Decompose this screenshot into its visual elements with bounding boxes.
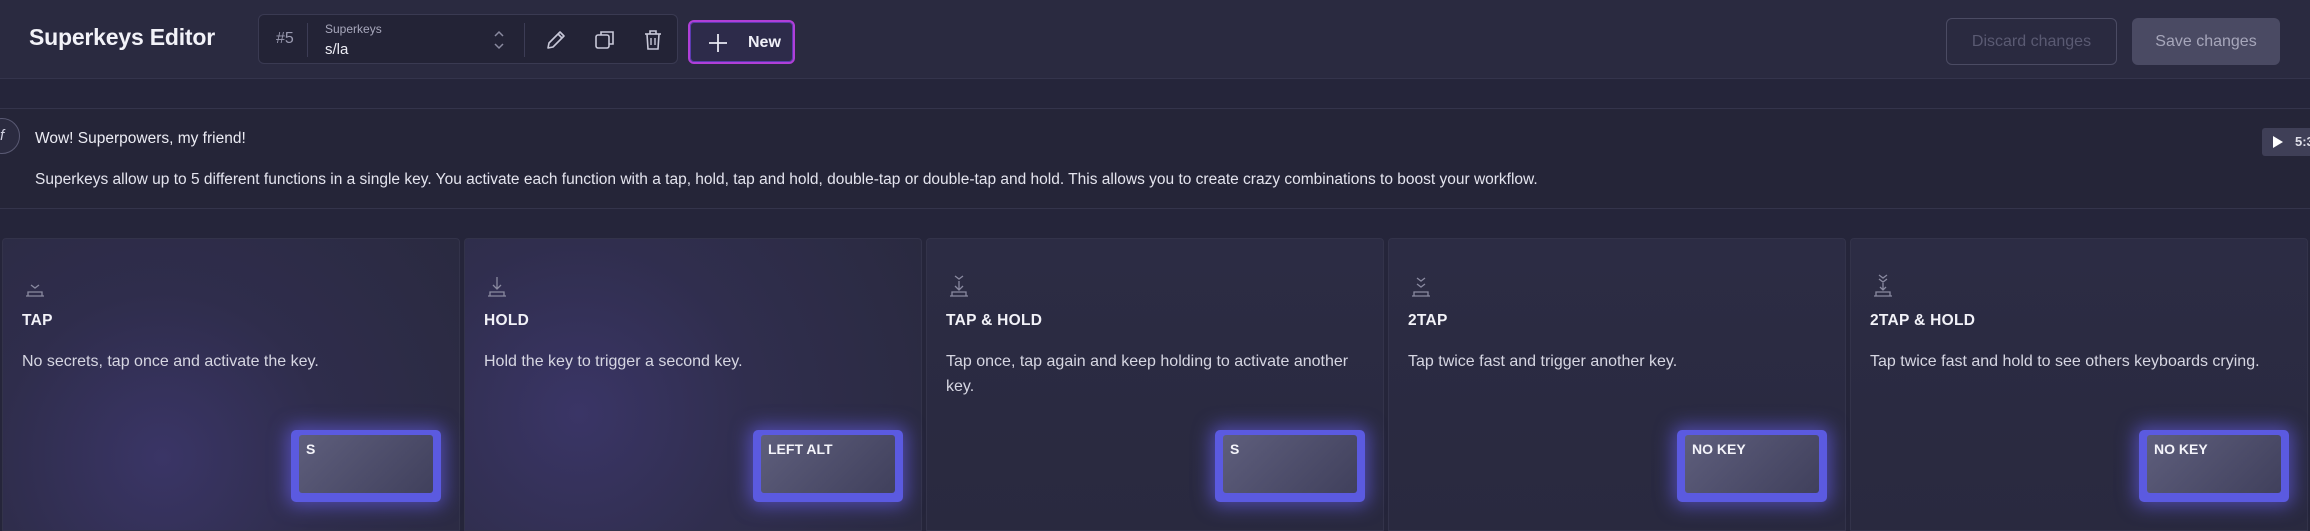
duplicate-icon[interactable] — [592, 27, 618, 53]
top-header: Superkeys Editor #5 Superkeys s/la New D… — [0, 0, 2310, 79]
new-superkey-button[interactable]: New — [688, 20, 795, 64]
action-title: TAP — [22, 312, 53, 329]
trash-icon[interactable] — [640, 27, 666, 53]
action-title: HOLD — [484, 312, 530, 329]
avatar: f — [0, 118, 20, 154]
action-title: TAP & HOLD — [946, 312, 1043, 329]
superkey-selector[interactable]: #5 Superkeys s/la — [258, 14, 678, 64]
action-card-tap-and-hold[interactable]: TAP & HOLD Tap once, tap again and keep … — [926, 238, 1384, 531]
key-label: S — [306, 441, 316, 457]
video-play-button[interactable]: 5:3 — [2262, 128, 2310, 156]
selector-label: Superkeys — [325, 22, 382, 36]
key-face: S — [1223, 435, 1357, 493]
page-title: Superkeys Editor — [29, 24, 215, 50]
key-label: NO KEY — [2154, 441, 2208, 457]
action-description: Hold the key to trigger a second key. — [484, 353, 743, 370]
hold-icon — [488, 277, 506, 297]
play-icon — [2273, 136, 2283, 148]
tap-and-hold-icon — [950, 275, 968, 297]
action-card-tap[interactable]: TAP No secrets, tap once and activate th… — [2, 238, 460, 531]
key-selector[interactable]: S — [291, 430, 441, 502]
action-title: 2TAP — [1408, 312, 1448, 329]
edit-icon[interactable] — [543, 27, 569, 53]
action-description: Tap once, tap again and keep holding to … — [946, 353, 1349, 395]
action-title: 2TAP & HOLD — [1870, 312, 1976, 329]
action-description: Tap twice fast and trigger another key. — [1408, 353, 1678, 370]
key-face: NO KEY — [1685, 435, 1819, 493]
discard-changes-button[interactable]: Discard changes — [1946, 18, 2117, 65]
chevron-up-down-icon[interactable] — [492, 27, 506, 53]
superkey-actions: TAP No secrets, tap once and activate th… — [0, 238, 2310, 531]
key-label: LEFT ALT — [768, 441, 833, 457]
key-selector[interactable]: LEFT ALT — [753, 430, 903, 502]
tap-icon — [26, 284, 44, 297]
new-button-label: New — [748, 34, 781, 51]
info-description: Superkeys allow up to 5 different functi… — [35, 171, 1538, 188]
selector-value[interactable]: s/la — [325, 41, 348, 58]
plus-icon — [709, 34, 727, 52]
key-label: NO KEY — [1692, 441, 1746, 457]
avatar-letter: f — [0, 127, 5, 144]
selector-divider — [307, 23, 308, 57]
action-card-hold[interactable]: HOLD Hold the key to trigger a second ke… — [464, 238, 922, 531]
key-label: S — [1230, 441, 1240, 457]
key-face: LEFT ALT — [761, 435, 895, 493]
key-selector[interactable]: S — [1215, 430, 1365, 502]
action-card-2tap[interactable]: 2TAP Tap twice fast and trigger another … — [1388, 238, 1846, 531]
info-title: Wow! Superpowers, my friend! — [35, 130, 246, 147]
double-tap-and-hold-icon — [1874, 274, 1892, 297]
key-face: NO KEY — [2147, 435, 2281, 493]
selector-divider — [524, 23, 525, 57]
action-description: No secrets, tap once and activate the ke… — [22, 353, 319, 370]
action-card-2tap-and-hold[interactable]: 2TAP & HOLD Tap twice fast and hold to s… — [1850, 238, 2308, 531]
superkey-number: #5 — [276, 30, 294, 47]
video-duration: 5:3 — [2295, 134, 2310, 149]
action-description: Tap twice fast and hold to see others ke… — [1870, 353, 2260, 370]
key-face: S — [299, 435, 433, 493]
info-banner: f Wow! Superpowers, my friend! Superkeys… — [0, 108, 2310, 209]
double-tap-icon — [1412, 277, 1430, 297]
save-changes-button[interactable]: Save changes — [2132, 18, 2280, 65]
key-selector[interactable]: NO KEY — [2139, 430, 2289, 502]
key-selector[interactable]: NO KEY — [1677, 430, 1827, 502]
